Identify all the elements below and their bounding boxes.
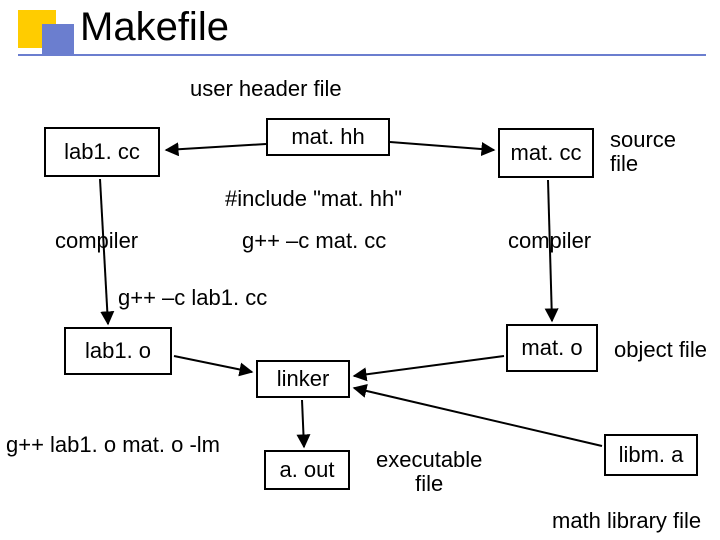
arrows-layer [0,0,720,540]
arrow-lab1o-to-linker [174,356,252,372]
arrow-hh-to-matcc [390,142,494,150]
arrow-hh-to-lab1cc [166,144,266,150]
arrow-libm-to-linker [354,388,602,446]
arrow-lab1cc-to-lab1o [100,179,108,324]
arrow-matcc-to-mato [548,180,552,321]
arrow-linker-to-aout [302,400,304,447]
arrow-mato-to-linker [354,356,504,376]
